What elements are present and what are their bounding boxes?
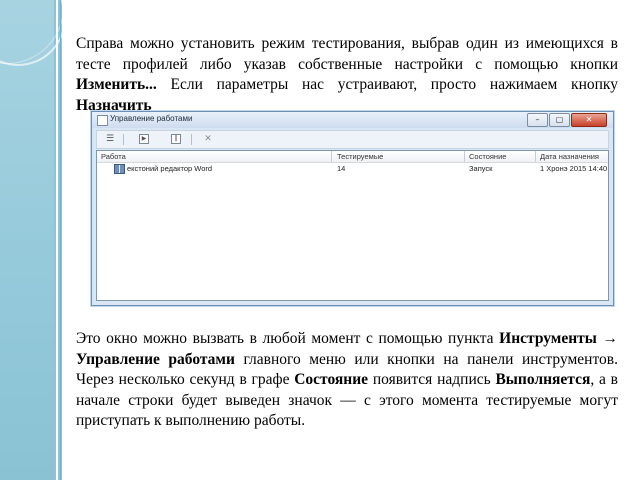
jobs-window-screenshot: Управление работами – ▢ ✕ ☰ ▶ ‖ ✕ Работа… xyxy=(91,111,614,306)
row-work: екстоний редактор Word xyxy=(127,164,213,173)
toolbar-separator xyxy=(191,134,192,145)
column-testees[interactable]: Тестируемые xyxy=(337,152,383,161)
band-fill xyxy=(0,0,54,480)
column-separator xyxy=(331,151,332,162)
book-icon xyxy=(114,164,125,174)
column-work[interactable]: Работа xyxy=(101,152,126,161)
p1-text-middle: Если параметры нас устраивают, просто на… xyxy=(156,76,618,93)
p2-bold-status: Состояние xyxy=(294,371,369,388)
table-row[interactable]: екстоний редактор Word 14 Запуск 1 Хронэ… xyxy=(97,163,608,174)
paragraph-2: Это окно можно вызвать в любой момент с … xyxy=(76,329,618,432)
column-date[interactable]: Дата назначения xyxy=(540,152,599,161)
corner-arc-decoration-outer xyxy=(0,0,64,64)
p2-bold-running: Выполняется xyxy=(495,371,591,388)
row-testees: 14 xyxy=(337,164,346,173)
p2-text-3: появится надпись xyxy=(368,371,496,388)
left-decorative-band xyxy=(0,0,66,480)
band-white-line xyxy=(56,0,58,480)
window-controls: – ▢ ✕ xyxy=(526,113,607,127)
play-icon[interactable]: ▶ xyxy=(139,134,149,144)
close-button[interactable]: ✕ xyxy=(571,113,607,127)
p2-text-1: Это окно можно вызвать в любой момент с … xyxy=(76,330,500,347)
p1-text-before: Справа можно установить режим тестирован… xyxy=(76,35,618,73)
row-date: 1 Хронэ 2015 14:40 xyxy=(540,164,608,173)
paragraph-1: Справа можно установить режим тестирован… xyxy=(76,34,618,116)
window-toolbar: ☰ ▶ ‖ ✕ xyxy=(96,130,609,149)
delete-icon[interactable]: ✕ xyxy=(203,134,213,144)
toolbar-separator xyxy=(123,134,124,145)
list-column-headers: Работа Тестируемые Состояние Дата назнач… xyxy=(97,151,608,163)
column-separator xyxy=(464,151,465,162)
band-dark-line xyxy=(60,0,61,480)
window-titlebar: Управление работами – ▢ ✕ xyxy=(92,112,613,128)
column-status[interactable]: Состояние xyxy=(469,152,506,161)
column-separator xyxy=(535,151,536,162)
list-icon[interactable]: ☰ xyxy=(105,134,115,144)
maximize-button[interactable]: ▢ xyxy=(549,113,570,127)
window-title: Управление работами xyxy=(110,114,193,123)
row-status: Запуск xyxy=(469,164,493,173)
minimize-button[interactable]: – xyxy=(527,113,548,127)
p1-bold-change: Изменить... xyxy=(76,76,157,93)
jobs-list[interactable]: Работа Тестируемые Состояние Дата назнач… xyxy=(96,150,609,301)
pause-icon[interactable]: ‖ xyxy=(171,134,181,144)
window-app-icon xyxy=(97,115,108,126)
